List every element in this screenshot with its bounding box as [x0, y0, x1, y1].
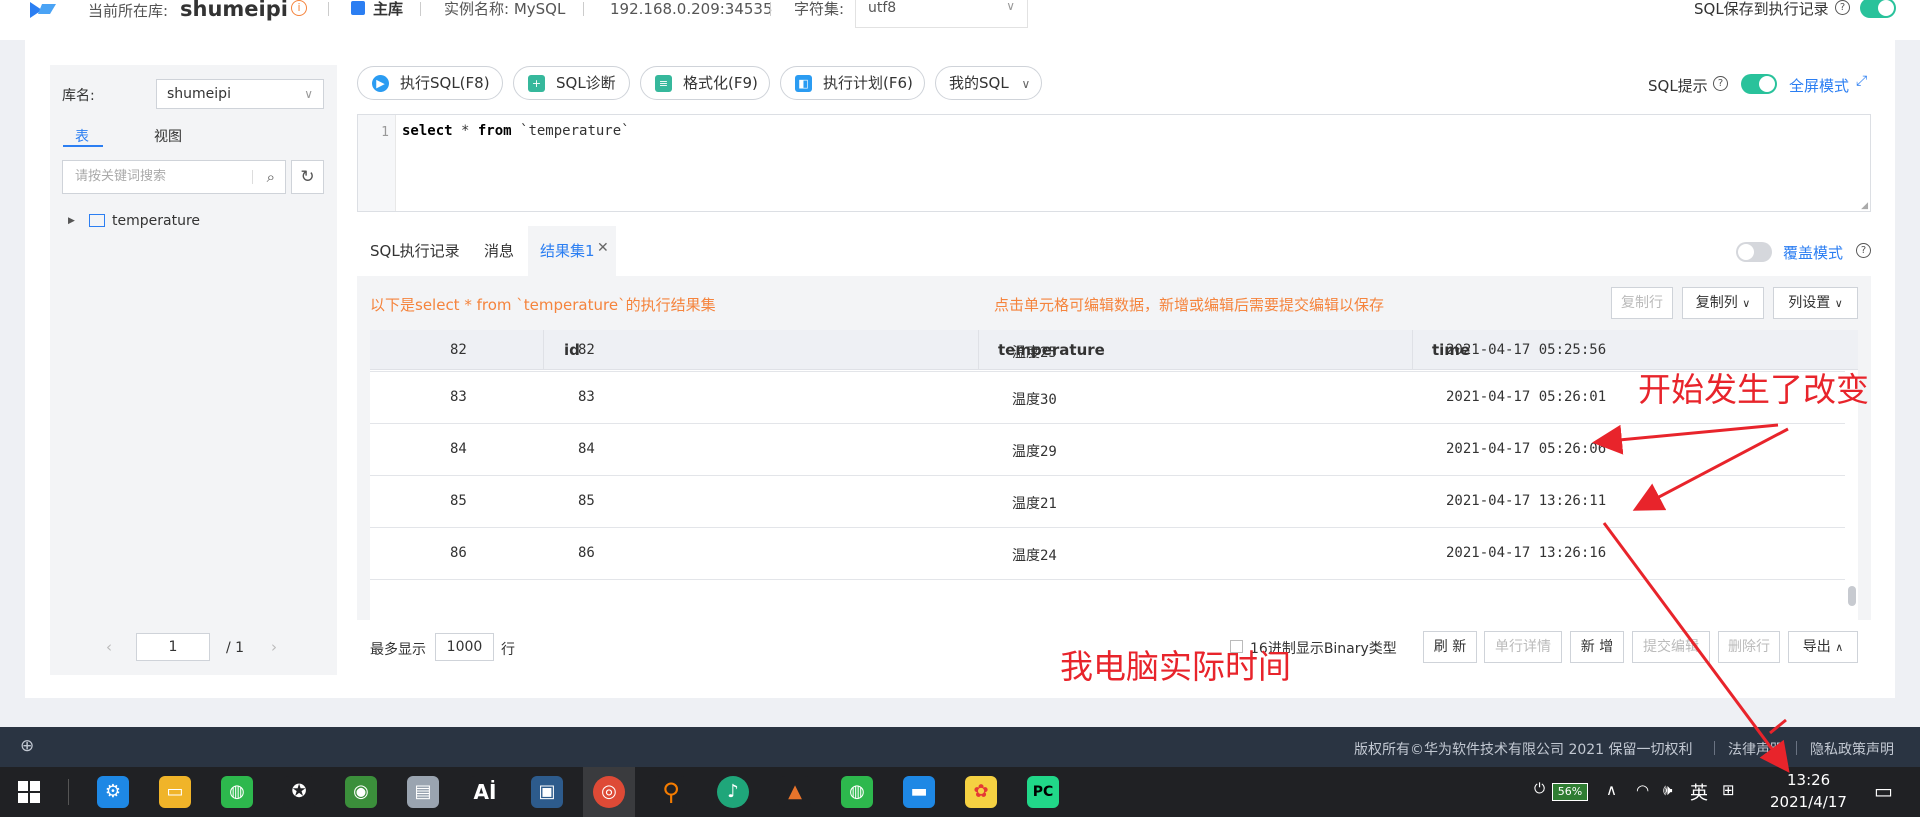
annotation-arrow — [1602, 522, 1790, 773]
annotation-arrows — [1592, 423, 1790, 773]
annotation-arrow — [1769, 718, 1787, 735]
annotation-arrow — [1632, 427, 1789, 511]
annotation-arrow — [1592, 423, 1779, 455]
